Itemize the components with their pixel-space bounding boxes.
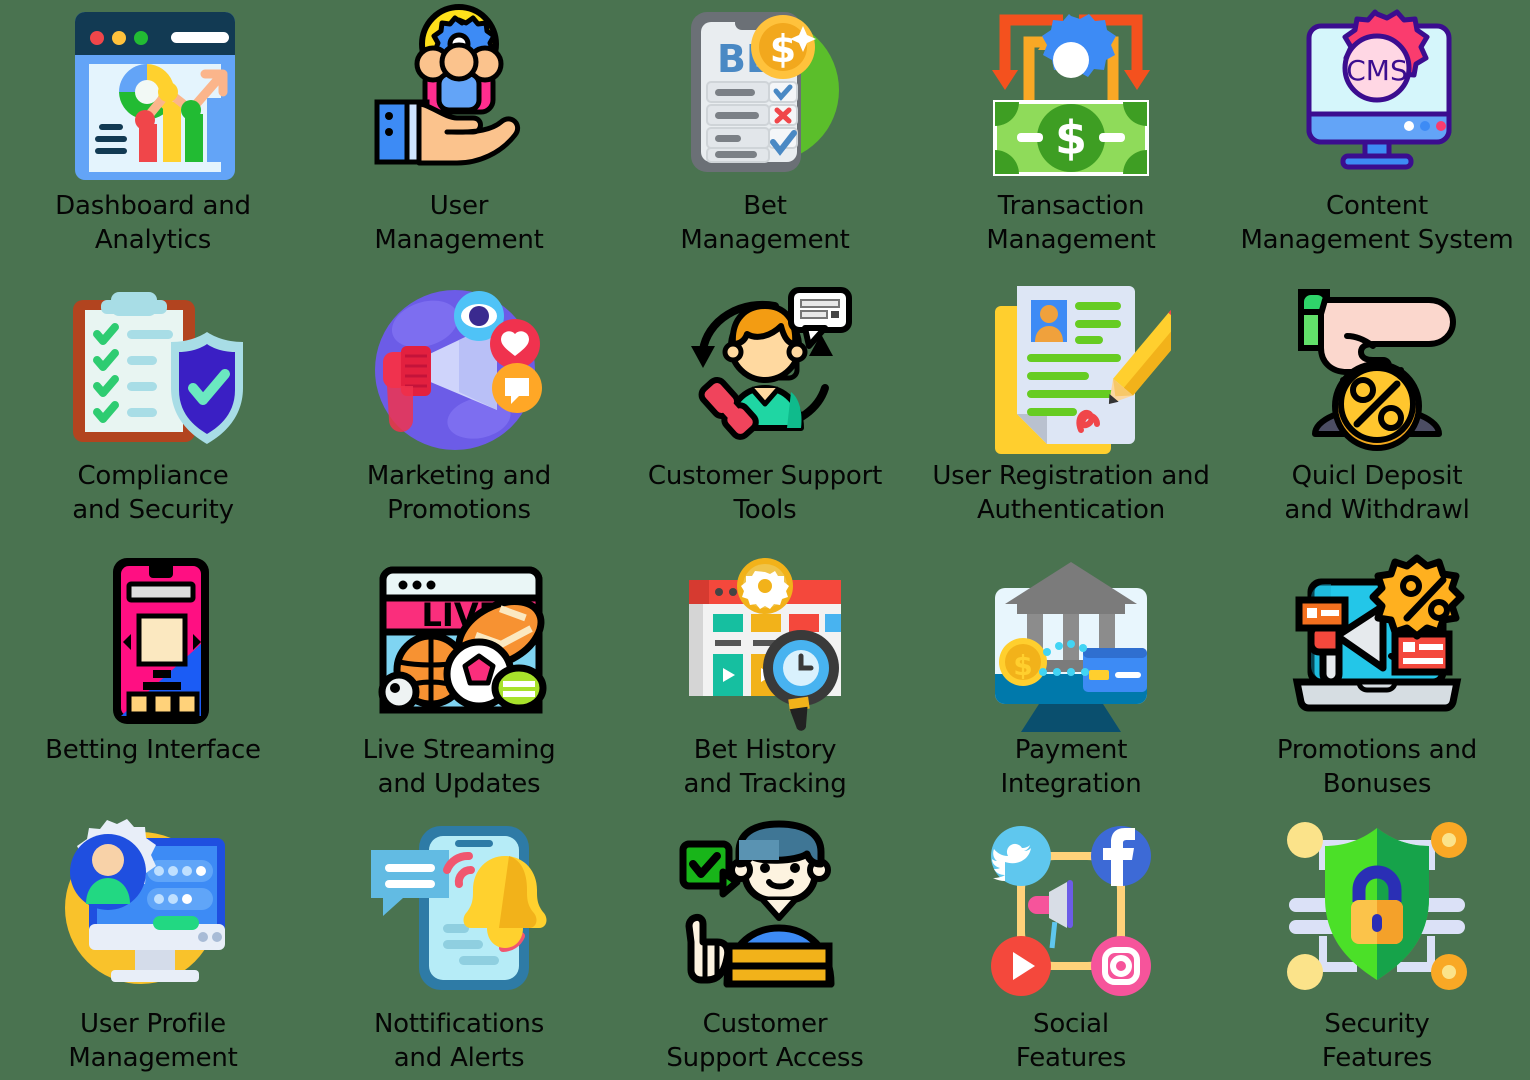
tile-transaction-management[interactable]: $ Transaction Management — [918, 0, 1224, 270]
tile-label: Customer Support Tools — [647, 461, 883, 525]
tile-label: Social Features — [1015, 1009, 1127, 1073]
tile-bet-management[interactable]: BET — [612, 0, 918, 270]
profile-monitor-gear-icon — [0, 818, 306, 998]
tile-label: Customer Support Access — [666, 1009, 864, 1073]
tile-label: User Management — [374, 191, 544, 255]
megaphone-social-reactions-icon — [306, 280, 612, 460]
tile-label: Live Streaming and Updates — [362, 735, 556, 799]
hand-pointing-coin-percent-icon — [1224, 280, 1530, 460]
cms-badge-text: CMS — [1346, 54, 1407, 87]
live-browser-sports-balls-icon: LIVE — [306, 554, 612, 734]
tile-dashboard-and-analytics[interactable]: Dashboard and Analytics — [0, 0, 306, 270]
tile-label: Transaction Management — [986, 191, 1156, 255]
bank-monitor-card-coin-icon: $ — [918, 554, 1224, 734]
history-window-magnifier-clock-icon — [612, 554, 918, 734]
bet-checklist-coin-icon: BET — [612, 4, 918, 184]
mobile-betting-screen-icon — [0, 554, 306, 734]
laptop-megaphone-discount-icon — [1224, 554, 1530, 734]
tile-label: Bet History and Tracking — [683, 735, 847, 799]
tile-label: User Registration and Authentication — [932, 461, 1210, 525]
transaction-arrows-banknote-gear-icon: $ — [918, 4, 1224, 184]
hand-holding-users-gear-icon — [306, 3, 612, 184]
tile-live-streaming-and-updates[interactable]: LIVE Live Streaming and Updates — [306, 540, 612, 810]
tile-label: Dashboard and Analytics — [55, 191, 251, 255]
tile-label: Promotions and Bonuses — [1276, 735, 1478, 799]
support-person-thumbsup-check-icon — [612, 818, 918, 998]
tile-content-management-system[interactable]: CMS Content Management System — [1224, 0, 1530, 270]
svg-text:$: $ — [1055, 111, 1087, 165]
tile-payment-integration[interactable]: $ Payment Integration — [918, 540, 1224, 810]
tile-user-profile-management[interactable]: User Profile Management — [0, 810, 306, 1080]
tile-bet-history-and-tracking[interactable]: Bet History and Tracking — [612, 540, 918, 810]
tile-notifications-and-alerts[interactable]: Nottifications and Alerts — [306, 810, 612, 1080]
tile-label: Security Features — [1321, 1009, 1433, 1073]
clipboard-shield-check-icon — [0, 280, 306, 460]
tile-user-management[interactable]: User Management — [306, 0, 612, 270]
shield-lock-network-icon — [1224, 818, 1530, 998]
cms-monitor-gear-icon: CMS — [1224, 4, 1530, 184]
tile-security-features[interactable]: Security Features — [1224, 810, 1530, 1080]
tile-label: Quicl Deposit and Withdrawl — [1284, 461, 1470, 525]
feature-icon-grid: Dashboard and Analytics User Management — [0, 0, 1530, 1080]
tile-label: User Profile Management — [68, 1009, 238, 1073]
tile-quick-deposit-and-withdrawal[interactable]: Quicl Deposit and Withdrawl — [1224, 270, 1530, 540]
tile-promotions-and-bonuses[interactable]: Promotions and Bonuses — [1224, 540, 1530, 810]
tile-marketing-and-promotions[interactable]: Marketing and Promotions — [306, 270, 612, 540]
support-agent-headset-phone-icon — [612, 280, 918, 460]
tile-customer-support-tools[interactable]: Customer Support Tools — [612, 270, 918, 540]
tile-label: Compliance and Security — [72, 461, 234, 525]
tile-social-features[interactable]: Social Features — [918, 810, 1224, 1080]
tile-label: Payment Integration — [1000, 735, 1142, 799]
tile-label: Content Management System — [1240, 191, 1514, 255]
svg-text:$: $ — [770, 27, 796, 71]
phone-bell-chat-icon — [306, 818, 612, 998]
tile-compliance-and-security[interactable]: Compliance and Security — [0, 270, 306, 540]
svg-text:$: $ — [1013, 649, 1032, 682]
tile-label: Betting Interface — [45, 735, 261, 765]
tile-label: Nottifications and Alerts — [373, 1009, 545, 1073]
tile-customer-support-access[interactable]: Customer Support Access — [612, 810, 918, 1080]
social-network-megaphone-icon — [918, 818, 1224, 998]
id-document-pencil-signature-icon — [918, 280, 1224, 460]
dashboard-chart-window-icon — [0, 4, 306, 184]
tile-user-registration-and-authentication[interactable]: User Registration and Authentication — [918, 270, 1224, 540]
tile-label: Bet Management — [680, 191, 850, 255]
tile-betting-interface[interactable]: Betting Interface — [0, 540, 306, 810]
tile-label: Marketing and Promotions — [366, 461, 552, 525]
